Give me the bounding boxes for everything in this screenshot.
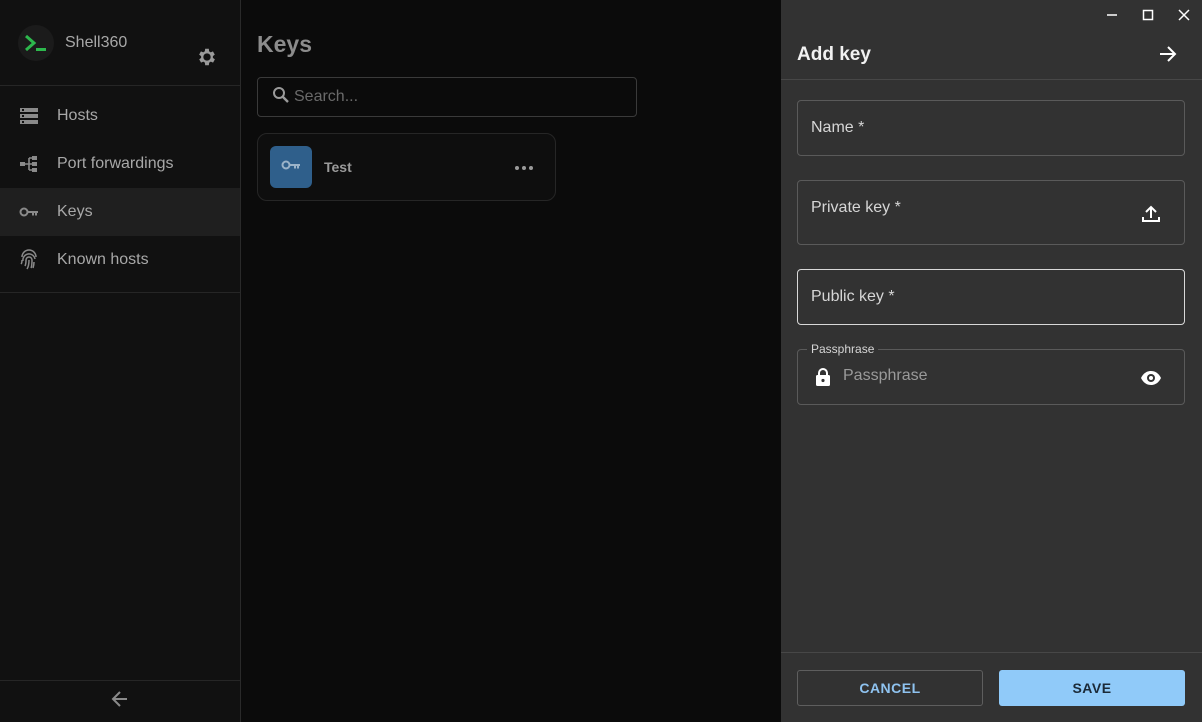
sidebar-item-known-hosts[interactable]: Known hosts	[0, 236, 240, 284]
sidebar-item-label: Hosts	[57, 107, 98, 124]
panel-header: Add key	[781, 30, 1202, 80]
sidebar-item-port-forwardings[interactable]: Port forwardings	[0, 140, 240, 188]
panel-title: Add key	[797, 44, 871, 65]
passphrase-field[interactable]: Passphrase	[797, 342, 1185, 405]
passphrase-input[interactable]	[843, 367, 1113, 385]
brand: Shell360	[0, 0, 240, 86]
sidebar-item-label: Port forwardings	[57, 155, 174, 172]
name-field-label: Name *	[811, 119, 865, 136]
server-icon	[18, 105, 40, 127]
app-name: Shell360	[65, 33, 128, 51]
cancel-button[interactable]: CANCEL	[797, 670, 983, 706]
sidebar: Shell360 Hosts Port forwardings Keys Kno…	[0, 0, 241, 722]
search-icon	[272, 86, 290, 109]
sidebar-item-hosts[interactable]: Hosts	[0, 92, 240, 140]
close-window-icon[interactable]	[1166, 0, 1202, 30]
main-content: Keys Test	[241, 0, 781, 722]
upload-icon[interactable]	[1140, 203, 1162, 225]
sidebar-item-label: Known hosts	[57, 251, 149, 268]
public-key-field[interactable]: Public key *	[797, 269, 1185, 325]
more-options-icon[interactable]	[513, 158, 535, 178]
settings-gear-icon[interactable]	[196, 46, 218, 68]
key-card[interactable]: Test	[257, 133, 556, 201]
sidebar-footer	[0, 680, 240, 722]
public-key-field-label: Public key *	[811, 288, 895, 305]
sidebar-item-label: Keys	[57, 203, 93, 220]
window-controls	[1094, 0, 1202, 30]
private-key-field[interactable]: Private key *	[797, 180, 1185, 245]
eye-icon[interactable]	[1140, 367, 1162, 389]
sidebar-item-keys[interactable]: Keys	[0, 188, 240, 236]
save-button[interactable]: SAVE	[999, 670, 1185, 706]
key-name: Test	[324, 159, 352, 175]
fingerprint-icon	[18, 249, 40, 271]
search-box[interactable]	[257, 77, 637, 117]
key-icon	[18, 201, 40, 223]
private-key-field-label: Private key *	[811, 199, 901, 216]
search-input[interactable]	[294, 88, 614, 106]
collapse-arrow-left-icon[interactable]	[110, 689, 130, 714]
page-title: Keys	[257, 31, 312, 57]
panel-footer: CANCEL SAVE	[781, 652, 1202, 722]
passphrase-legend: Passphrase	[807, 342, 879, 356]
add-key-panel: Add key Name * Private key * Public key …	[781, 0, 1202, 722]
lock-icon	[813, 367, 833, 387]
name-field[interactable]: Name *	[797, 100, 1185, 156]
key-avatar	[270, 146, 312, 188]
arrow-right-icon[interactable]	[1157, 43, 1179, 65]
port-forward-icon	[18, 153, 40, 175]
key-icon	[281, 158, 301, 176]
minimize-icon[interactable]	[1094, 0, 1130, 30]
sidebar-nav: Hosts Port forwardings Keys Known hosts	[0, 86, 240, 293]
maximize-icon[interactable]	[1130, 0, 1166, 30]
terminal-logo-icon	[18, 24, 54, 61]
